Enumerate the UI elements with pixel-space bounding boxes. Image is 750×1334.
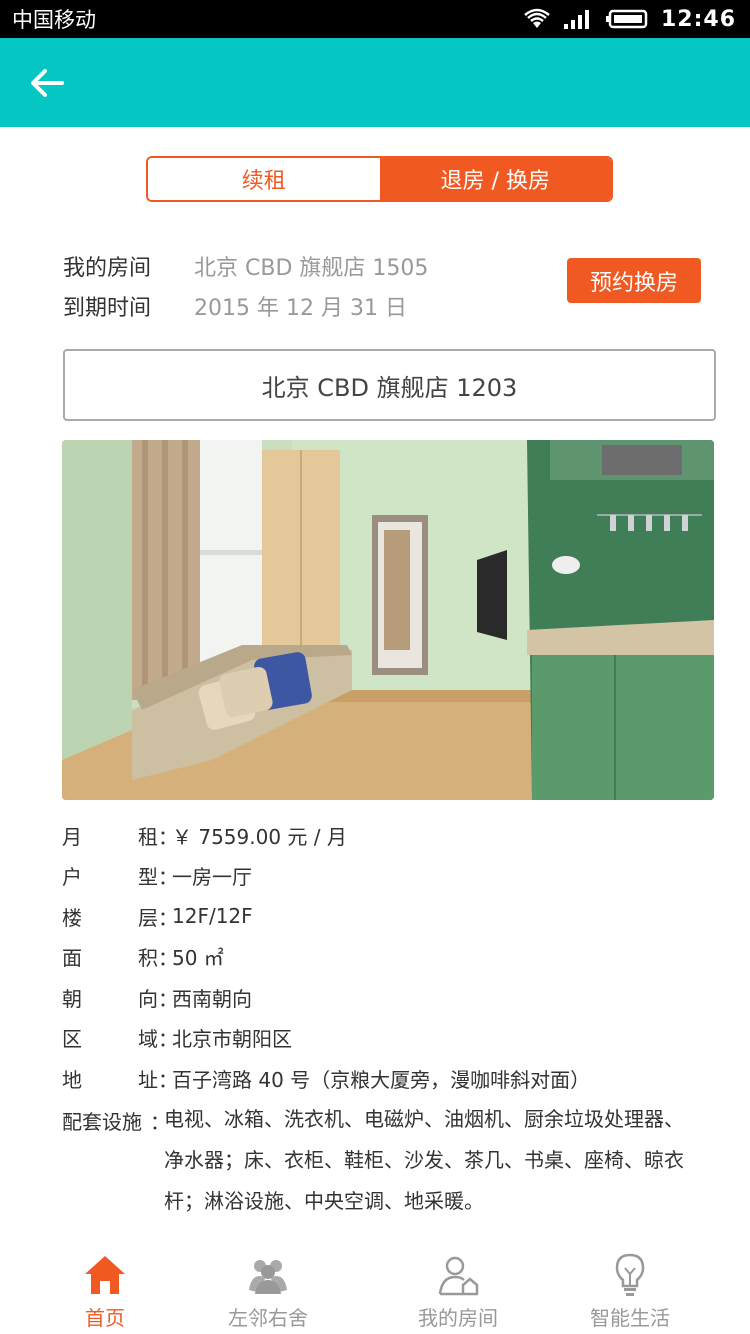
detail-row: 地 址 ： 百子湾路 40 号（京粮大厦旁，漫咖啡斜对面） <box>62 1058 712 1099</box>
room-photo <box>62 440 714 800</box>
app-bar <box>0 38 750 127</box>
area-value: 50 ㎡ <box>172 946 224 971</box>
room-details: 月 租 ： ￥ 7559.00 元 / 月 户 型 ： 一房一厅 楼 层 ： 1… <box>62 815 712 1222</box>
rent-value: ￥ 7559.00 元 / 月 <box>172 824 347 849</box>
smart-life-icon <box>615 1253 645 1296</box>
detail-row: 朝 向 ： 西南朝向 <box>62 977 712 1018</box>
neighbors-icon <box>249 1260 287 1294</box>
tab-my-room[interactable]: 我的房间 <box>388 1248 528 1334</box>
wifi-icon <box>524 8 550 28</box>
battery-icon <box>605 9 648 29</box>
detail-row: 楼 层 ： 12F/12F <box>62 896 712 937</box>
tab-neighbors[interactable]: 左邻右舍 <box>198 1248 338 1334</box>
my-room-value: 北京 CBD 旗舰店 1505 <box>194 256 429 281</box>
detail-row: 面 积 ： 50 ㎡ <box>62 937 712 978</box>
book-room-change-button[interactable]: 预约换房 <box>567 258 701 303</box>
orientation-value: 西南朝向 <box>172 986 252 1011</box>
detail-label: 地 址 <box>62 1067 158 1092</box>
facilities-line: 电视、冰箱、洗衣机、电磁炉、油烟机、厨余垃圾处理器、 <box>164 1106 684 1131</box>
address-value: 百子湾路 40 号（京粮大厦旁，漫咖啡斜对面） <box>172 1067 591 1092</box>
detail-label: 区 域 <box>62 1027 158 1052</box>
tab-home[interactable]: 首页 <box>35 1248 175 1334</box>
clock: 12:46 <box>660 6 736 32</box>
room-select[interactable]: 北京 CBD 旗舰店 1203 <box>63 349 716 421</box>
arrow-left-icon <box>31 69 64 97</box>
detail-label: 楼 层 <box>62 905 158 930</box>
expiry-value: 2015 年 12 月 31 日 <box>194 296 407 321</box>
expiry-row: 到期时间 2015 年 12 月 31 日 <box>63 290 407 322</box>
tab-renew[interactable]: 续租 <box>148 158 380 200</box>
facilities-row: 配套设施 ： 电视、冰箱、洗衣机、电磁炉、油烟机、厨余垃圾处理器、 净水器；床、… <box>62 1099 712 1222</box>
detail-label: 面 积 <box>62 946 158 971</box>
segmented-control: 续租 退房 / 换房 <box>146 156 613 202</box>
detail-row: 户 型 ： 一房一厅 <box>62 856 712 897</box>
bottom-tab-bar: 首页 左邻右舍 我的房间 智能生活 <box>0 1248 750 1334</box>
detail-row: 月 租 ： ￥ 7559.00 元 / 月 <box>62 815 712 856</box>
facilities-line: 杆；淋浴设施、中央空调、地采暖。 <box>164 1188 484 1213</box>
detail-label: 户 型 <box>62 865 158 890</box>
carrier-name: 中国移动 <box>12 8 96 32</box>
tab-checkout-change[interactable]: 退房 / 换房 <box>379 158 611 200</box>
detail-row: 区 域 ： 北京市朝阳区 <box>62 1018 712 1059</box>
status-bar: 中国移动 12:46 <box>0 0 750 38</box>
my-room-label: 我的房间 <box>63 256 152 281</box>
detail-label: 朝 向 <box>62 986 158 1011</box>
layout-value: 一房一厅 <box>172 865 252 890</box>
home-icon <box>85 1256 125 1294</box>
status-indicators: 12:46 <box>523 7 736 32</box>
facilities-line: 净水器；床、衣柜、鞋柜、沙发、茶几、书桌、座椅、晾衣 <box>164 1147 684 1172</box>
floor-value: 12F/12F <box>172 904 253 929</box>
expiry-label: 到期时间 <box>63 296 152 321</box>
detail-label: 月 租 <box>62 824 158 849</box>
room-illustration <box>62 440 714 800</box>
back-button[interactable] <box>24 60 70 106</box>
my-room-row: 我的房间 北京 CBD 旗舰店 1505 <box>63 250 428 282</box>
signal-icon <box>563 10 589 29</box>
district-value: 北京市朝阳区 <box>172 1027 292 1052</box>
tab-smart-life[interactable]: 智能生活 <box>560 1248 700 1334</box>
my-room-icon <box>438 1256 479 1296</box>
facilities-label: 配套设施 <box>62 1109 142 1134</box>
facilities-value: 电视、冰箱、洗衣机、电磁炉、油烟机、厨余垃圾处理器、 净水器；床、衣柜、鞋柜、沙… <box>164 1099 712 1222</box>
